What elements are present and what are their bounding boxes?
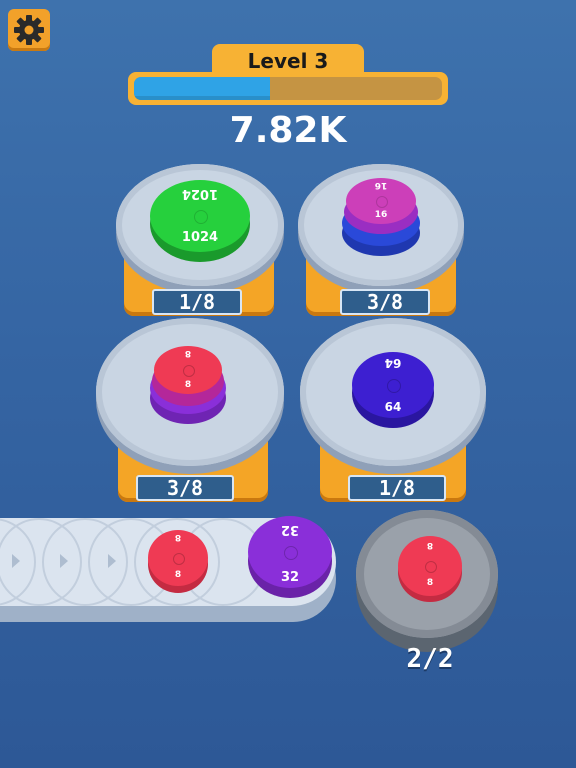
score-value: 7.82K <box>229 110 347 151</box>
conveyor-coin-32[interactable]: 32 32 <box>248 516 332 588</box>
coin-label: 8 <box>426 578 434 588</box>
coin-64: 64 64 <box>352 352 434 418</box>
coin-label: 8 <box>184 380 192 390</box>
belt-arrow-icon <box>60 554 68 568</box>
coin-1024: 1024 1024 <box>150 180 250 252</box>
coin-label: 8 <box>174 570 182 580</box>
coin-label: 64 <box>384 400 402 414</box>
coin-label: 1024 <box>181 230 219 245</box>
coin-label-flipped: 64 <box>384 356 402 370</box>
level-progress-track <box>134 77 442 100</box>
coin-hole <box>376 196 388 208</box>
coin-8: 8 8 <box>154 346 222 394</box>
coin-hole <box>173 553 185 565</box>
coin-label-flipped: 32 <box>280 522 300 537</box>
coin-16: 16 16 <box>346 178 416 224</box>
coin-hole <box>183 365 195 377</box>
stack-counter: 3/8 <box>340 289 430 315</box>
level-progress-fill <box>134 77 270 100</box>
settings-button[interactable] <box>8 9 50 51</box>
coin-hole <box>284 546 298 560</box>
stack-counter: 1/8 <box>152 289 242 315</box>
coin-hole <box>194 210 208 224</box>
coin-label-flipped: 8 <box>174 532 182 542</box>
coin-hole <box>425 561 437 573</box>
holder-coin-8: 8 8 <box>398 536 462 596</box>
gear-icon <box>14 15 44 45</box>
level-label: Level 3 <box>212 44 364 78</box>
coin-label-flipped: 1024 <box>181 186 219 201</box>
stack-counter: 3/8 <box>136 475 234 501</box>
holder-counter: 2/2 <box>406 644 454 674</box>
conveyor-coin-8[interactable]: 8 8 <box>148 530 208 586</box>
belt-arrow-icon <box>108 554 116 568</box>
belt-arrow-icon <box>12 554 20 568</box>
coin-hole <box>387 379 401 393</box>
stack-counter: 1/8 <box>348 475 446 501</box>
coin-label-flipped: 8 <box>184 348 192 358</box>
coin-label: 16 <box>374 210 388 220</box>
coin-label-flipped: 16 <box>374 180 388 190</box>
coin-label: 32 <box>280 570 300 585</box>
coin-label-flipped: 8 <box>426 540 434 550</box>
